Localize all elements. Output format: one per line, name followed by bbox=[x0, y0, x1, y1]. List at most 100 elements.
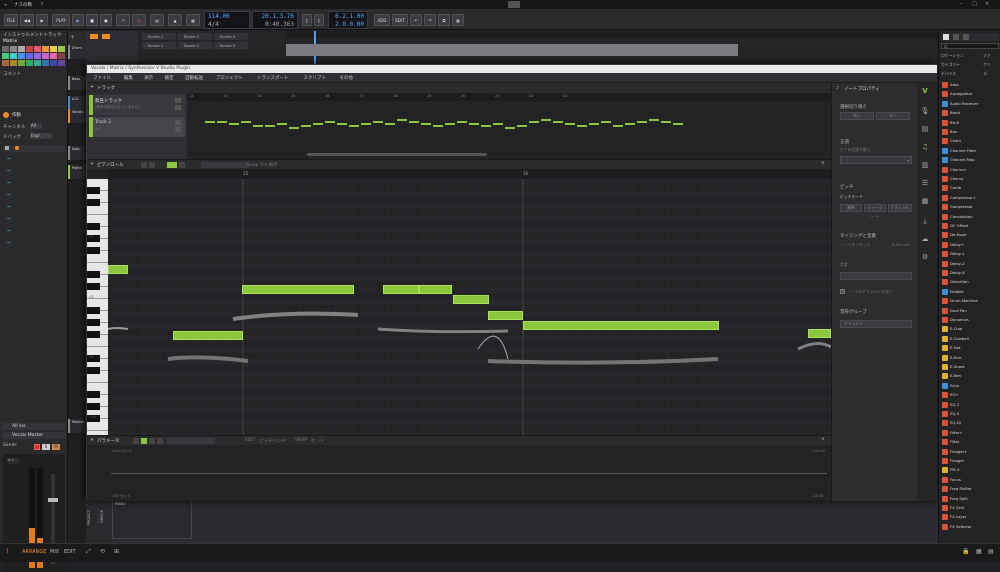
black-key[interactable] bbox=[87, 403, 100, 410]
note-block[interactable] bbox=[173, 331, 243, 340]
plugin-menu-item[interactable]: プロジェクト bbox=[216, 75, 243, 81]
mute-toggle[interactable] bbox=[175, 120, 181, 125]
color-swatch[interactable] bbox=[10, 53, 17, 59]
browser-item[interactable]: Delay+ bbox=[941, 241, 999, 249]
browser-tab-icon[interactable] bbox=[963, 34, 969, 40]
settings-gear-icon[interactable]: ⚙ bbox=[920, 253, 930, 263]
browser-item[interactable]: Arpeggiator bbox=[941, 90, 999, 98]
param-tool-icon[interactable] bbox=[149, 438, 155, 444]
scene-slot[interactable]: Scene 1 bbox=[142, 33, 176, 40]
modulator-icon[interactable]: ⌔ bbox=[6, 228, 12, 236]
plugin-menu-item[interactable]: 編集 bbox=[124, 75, 133, 81]
modulator-icon[interactable]: ⌔ bbox=[6, 240, 12, 248]
keyboard-icon[interactable]: ▤ bbox=[920, 125, 930, 135]
play-button[interactable]: PLAY bbox=[52, 14, 70, 26]
overview-ruler[interactable]: 12 13 14 15 16 17 18 19 20 21 22 23 bbox=[187, 93, 831, 101]
param-edit-label[interactable]: EDIT bbox=[245, 438, 255, 443]
plugin-menu-item[interactable]: 検定 bbox=[165, 75, 174, 81]
tool-icon[interactable]: ⤢ bbox=[86, 548, 91, 556]
pointer-tool-icon[interactable] bbox=[141, 162, 147, 168]
param-mode-buttons[interactable] bbox=[167, 438, 215, 444]
modulator-icon[interactable]: ⌔ bbox=[6, 204, 12, 212]
color-swatch[interactable] bbox=[58, 46, 65, 52]
param-pen-icon[interactable] bbox=[141, 438, 147, 444]
browser-item[interactable]: Channel Map bbox=[941, 156, 999, 164]
piano-roll-ruler[interactable]: 15 16 bbox=[108, 169, 831, 179]
browser-item[interactable]: Amp bbox=[941, 81, 999, 89]
punch-out-icon[interactable]: ⟧ bbox=[314, 14, 324, 26]
browser-tab-icon[interactable] bbox=[953, 34, 959, 40]
browser-item[interactable]: E-Kick bbox=[941, 354, 999, 362]
track-label-row[interactable]: Drum bbox=[68, 45, 86, 59]
browser-item[interactable]: Dribble bbox=[941, 288, 999, 296]
browser-item[interactable]: EQ-DJ bbox=[941, 419, 999, 427]
browser-item[interactable]: Dynamics bbox=[941, 316, 999, 324]
browser-item[interactable]: Comb bbox=[941, 184, 999, 192]
param-cent-label[interactable]: セント bbox=[311, 438, 325, 444]
browser-item[interactable]: Chorus+ bbox=[941, 166, 999, 174]
browser-item[interactable]: Chain bbox=[941, 137, 999, 145]
loop-display[interactable]: 6.2.1.00 2.0.0.00 bbox=[328, 11, 368, 29]
rewind-button[interactable]: ◀◀ bbox=[20, 14, 34, 26]
vocals-master-row[interactable]: Vocals Master bbox=[2, 432, 66, 439]
browser-category[interactable]: カテゴリー bbox=[941, 62, 960, 68]
black-key[interactable] bbox=[87, 271, 100, 278]
pen-tool-icon[interactable] bbox=[149, 162, 155, 168]
browser-item[interactable]: Bend bbox=[941, 109, 999, 117]
track-color-grid[interactable] bbox=[2, 46, 66, 68]
punch-in-icon[interactable]: ⟦ bbox=[302, 14, 312, 26]
browser-item[interactable]: Focus bbox=[941, 476, 999, 484]
browser-tab-icon[interactable] bbox=[943, 34, 949, 40]
overdub-button[interactable]: ▤ bbox=[150, 14, 164, 26]
plugin-menu-item[interactable]: スクリプト bbox=[303, 75, 326, 81]
modulator-icon[interactable]: ⌔ bbox=[6, 216, 12, 224]
time-signature[interactable]: 4/4 bbox=[208, 21, 246, 29]
default-checkbox[interactable] bbox=[840, 289, 845, 294]
parameter-lane[interactable]: +100 セント -100 セント +12.00 -12.00 bbox=[87, 445, 831, 501]
edit-button[interactable]: EDIT bbox=[392, 14, 408, 26]
edit-tab[interactable]: EDIT bbox=[64, 549, 76, 555]
play-icon-button[interactable]: ▶ bbox=[72, 14, 84, 26]
track-label-row[interactable]: Master bbox=[68, 419, 86, 433]
mix-tab[interactable]: MIX bbox=[50, 549, 59, 555]
color-swatch[interactable] bbox=[2, 60, 9, 66]
color-swatch[interactable] bbox=[18, 46, 25, 52]
tempo-display[interactable]: 114.00 4/4 bbox=[204, 11, 250, 29]
browser-item[interactable]: Channel Filter bbox=[941, 147, 999, 155]
color-swatch[interactable] bbox=[50, 53, 57, 59]
note-block[interactable] bbox=[523, 321, 719, 330]
timeline-ruler[interactable] bbox=[286, 31, 938, 38]
browser-item[interactable]: Compressor+ bbox=[941, 194, 999, 202]
collapse-icon[interactable]: ▾ bbox=[91, 85, 93, 90]
param-snap-label[interactable]: SNAP bbox=[295, 438, 307, 443]
stop-button[interactable]: ■ bbox=[86, 14, 98, 26]
color-swatch[interactable] bbox=[26, 46, 33, 52]
phoneme-input[interactable] bbox=[840, 272, 912, 280]
scene-slot[interactable]: Scene 1 bbox=[142, 42, 176, 49]
black-key[interactable] bbox=[87, 331, 100, 338]
color-swatch[interactable] bbox=[26, 53, 33, 59]
track-label-row[interactable]: Kala bbox=[68, 146, 86, 160]
scene-slot[interactable]: Scene 3 bbox=[214, 33, 248, 40]
cloud-icon[interactable]: ☁ bbox=[920, 235, 930, 245]
modulator-icon[interactable]: ⌔ bbox=[6, 180, 12, 188]
modulator-icon[interactable]: ⌔ bbox=[6, 192, 12, 200]
solo-button[interactable]: S bbox=[42, 444, 50, 450]
prev-note-button[interactable]: 前へ bbox=[840, 112, 874, 120]
browser-item[interactable]: FM-4 bbox=[941, 466, 999, 474]
black-key[interactable] bbox=[87, 307, 100, 314]
browser-item[interactable]: Flanger bbox=[941, 457, 999, 465]
microphone-icon[interactable]: 🎙 bbox=[920, 107, 930, 117]
browser-item[interactable]: FX Layer bbox=[941, 513, 999, 521]
color-swatch[interactable] bbox=[26, 60, 33, 66]
grid-icon[interactable]: ▦ bbox=[452, 14, 464, 26]
browser-item[interactable]: Flanger+ bbox=[941, 448, 999, 456]
browser-item[interactable]: Echo bbox=[941, 382, 999, 390]
pitch-mode-standard[interactable]: 標準 bbox=[840, 204, 862, 212]
param-tool-icon[interactable] bbox=[157, 438, 163, 444]
metronome-button[interactable]: ▲ bbox=[168, 14, 182, 26]
browser-category[interactable]: ファ bbox=[983, 53, 991, 59]
record-arm-button[interactable] bbox=[34, 444, 40, 450]
browser-category[interactable]: ロケーション bbox=[941, 53, 964, 59]
browser-item[interactable]: Audio Receiver bbox=[941, 100, 999, 108]
